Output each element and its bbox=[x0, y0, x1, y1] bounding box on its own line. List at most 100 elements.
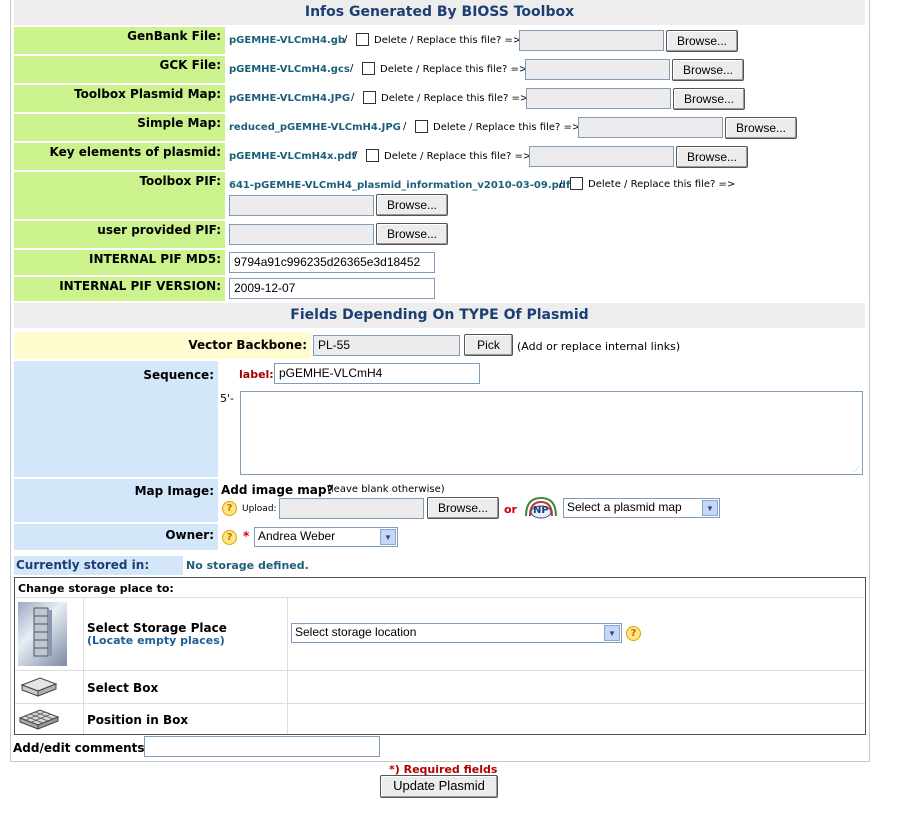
key-elements-label: Key elements of plasmid: bbox=[14, 143, 225, 170]
storage-panel bbox=[14, 577, 866, 735]
delete-replace-label: Delete / Replace this file? => bbox=[380, 64, 528, 75]
type-section-title: Fields Depending On TYPE Of Plasmid bbox=[14, 303, 865, 328]
toolbox-map-filename-link[interactable]: pGEMHE-VLCmH4.JPG bbox=[229, 93, 350, 104]
pif-md5-label: INTERNAL PIF MD5: bbox=[14, 250, 225, 275]
toolbox-pif-filename-link[interactable]: 641-pGEMHE-VLCmH4_plasmid_information_v2… bbox=[229, 180, 570, 191]
key-elements-filename-link[interactable]: pGEMHE-VLCmH4x.pdf bbox=[229, 151, 356, 162]
genbank-browse-button[interactable]: Browse... bbox=[666, 30, 738, 52]
grid-position-icon bbox=[18, 706, 60, 732]
separator: / bbox=[350, 63, 354, 74]
comments-label: Add/edit comments: bbox=[13, 741, 150, 755]
gck-filename-link[interactable]: pGEMHE-VLCmH4.gcs bbox=[229, 64, 350, 75]
toolbox-pif-file-input[interactable] bbox=[229, 195, 374, 216]
toolbox-pif-label: Toolbox PIF: bbox=[14, 172, 225, 219]
toolbox-map-browse-button[interactable]: Browse... bbox=[673, 88, 745, 110]
simple-map-browse-button[interactable]: Browse... bbox=[725, 117, 797, 139]
chevron-down-icon[interactable]: ▼ bbox=[380, 529, 396, 545]
vector-backbone-field[interactable]: PL-55 bbox=[313, 335, 460, 356]
toolbox-map-file-input[interactable] bbox=[526, 88, 671, 109]
storage-location-select[interactable]: Select storage location ▼ bbox=[291, 623, 622, 643]
upload-label: Upload: bbox=[242, 504, 277, 514]
gck-file-input[interactable] bbox=[525, 59, 670, 80]
genbank-delete-checkbox[interactable] bbox=[356, 33, 369, 46]
change-storage-label: Change storage place to: bbox=[18, 582, 174, 595]
genbank-file-input[interactable] bbox=[519, 30, 664, 51]
pif-version-label: INTERNAL PIF VERSION: bbox=[14, 277, 225, 301]
plasmid-map-select[interactable]: Select a plasmid map ▼ bbox=[563, 498, 720, 518]
gck-label: GCK File: bbox=[14, 56, 225, 83]
update-plasmid-button[interactable]: Update Plasmid bbox=[380, 775, 498, 798]
delete-replace-label: Delete / Replace this file? => bbox=[588, 179, 736, 190]
user-pif-browse-button[interactable]: Browse... bbox=[376, 223, 448, 245]
select-box-label: Select Box bbox=[87, 681, 159, 695]
toolbox-pif-browse-button[interactable]: Browse... bbox=[376, 194, 448, 216]
sequence-label-field[interactable]: pGEMHE-VLCmH4 bbox=[274, 363, 480, 384]
map-browse-button[interactable]: Browse... bbox=[427, 497, 499, 519]
separator: / bbox=[354, 150, 358, 161]
sequence-textarea[interactable]: ⋰ bbox=[240, 391, 863, 475]
map-upload-input[interactable] bbox=[279, 498, 424, 519]
toolbox-map-label: Toolbox Plasmid Map: bbox=[14, 85, 225, 112]
pif-version-field[interactable]: 2009-12-07 bbox=[229, 278, 435, 299]
separator: / bbox=[559, 179, 563, 190]
toolbox-map-delete-checkbox[interactable] bbox=[363, 91, 376, 104]
help-icon[interactable]: ? bbox=[626, 626, 641, 641]
chevron-down-icon[interactable]: ▼ bbox=[702, 500, 718, 516]
user-pif-label: user provided PIF: bbox=[14, 221, 225, 248]
np-logo-text: NP bbox=[533, 505, 549, 516]
owner-label: Owner: bbox=[14, 524, 218, 550]
toolbox-pif-delete-checkbox[interactable] bbox=[570, 177, 583, 190]
sequence-label-prefix: label: bbox=[239, 368, 274, 381]
key-elements-browse-button[interactable]: Browse... bbox=[676, 146, 748, 168]
np-logo-icon: NP bbox=[522, 494, 560, 520]
divider bbox=[15, 703, 865, 704]
genbank-filename-link[interactable]: pGEMHE-VLCmH4.gb bbox=[229, 35, 345, 46]
delete-replace-label: Delete / Replace this file? => bbox=[433, 122, 581, 133]
delete-replace-label: Delete / Replace this file? => bbox=[384, 151, 532, 162]
divider bbox=[83, 598, 84, 734]
currently-stored-value: No storage defined. bbox=[186, 559, 309, 572]
resize-grip-icon[interactable]: ⋰ bbox=[853, 466, 860, 473]
delete-replace-label: Delete / Replace this file? => bbox=[374, 35, 522, 46]
leave-blank-hint: (leave blank otherwise) bbox=[327, 484, 445, 495]
locate-empty-places-link[interactable]: (Locate empty places) bbox=[87, 634, 225, 647]
storage-location-select-value: Select storage location bbox=[295, 625, 417, 639]
gck-browse-button[interactable]: Browse... bbox=[672, 59, 744, 81]
select-storage-place-label: Select Storage Place bbox=[87, 621, 227, 635]
divider bbox=[15, 597, 865, 598]
separator: / bbox=[403, 121, 407, 132]
owner-select-value: Andrea Weber bbox=[258, 529, 336, 543]
add-image-map-text: Add image map? bbox=[221, 483, 334, 497]
help-icon[interactable]: ? bbox=[222, 530, 237, 545]
box-icon bbox=[18, 675, 60, 699]
divider bbox=[287, 598, 288, 734]
five-prime-marker: 5'- bbox=[220, 392, 234, 405]
simple-map-filename-link[interactable]: reduced_pGEMHE-VLCmH4.JPG bbox=[229, 122, 401, 133]
sequence-label: Sequence: bbox=[14, 361, 218, 477]
chevron-down-icon[interactable]: ▼ bbox=[604, 625, 620, 641]
delete-replace-label: Delete / Replace this file? => bbox=[381, 93, 529, 104]
key-elements-file-input[interactable] bbox=[529, 146, 674, 167]
comments-field[interactable] bbox=[144, 736, 380, 757]
position-in-box-label: Position in Box bbox=[87, 713, 189, 727]
or-label: or bbox=[504, 503, 517, 516]
currently-stored-label: Currently stored in: bbox=[14, 556, 183, 575]
simple-map-file-input[interactable] bbox=[578, 117, 723, 138]
freezer-rack-icon bbox=[18, 602, 67, 666]
separator: / bbox=[351, 92, 355, 103]
help-icon[interactable]: ? bbox=[222, 501, 237, 516]
pick-hint: (Add or replace internal links) bbox=[517, 340, 681, 353]
map-image-label: Map Image: bbox=[14, 479, 218, 522]
simple-map-label: Simple Map: bbox=[14, 114, 225, 141]
owner-select[interactable]: Andrea Weber ▼ bbox=[254, 527, 398, 547]
key-elements-delete-checkbox[interactable] bbox=[366, 149, 379, 162]
simple-map-delete-checkbox[interactable] bbox=[415, 120, 428, 133]
user-pif-file-input[interactable] bbox=[229, 224, 374, 245]
gck-delete-checkbox[interactable] bbox=[362, 62, 375, 75]
pick-button[interactable]: Pick bbox=[464, 334, 513, 356]
plasmid-map-select-value: Select a plasmid map bbox=[567, 500, 682, 514]
pif-md5-field[interactable]: 9794a91c996235d26365e3d18452 bbox=[229, 252, 435, 273]
genbank-label: GenBank File: bbox=[14, 27, 225, 54]
separator: / bbox=[344, 34, 348, 45]
vector-backbone-label: Vector Backbone: bbox=[14, 332, 311, 359]
